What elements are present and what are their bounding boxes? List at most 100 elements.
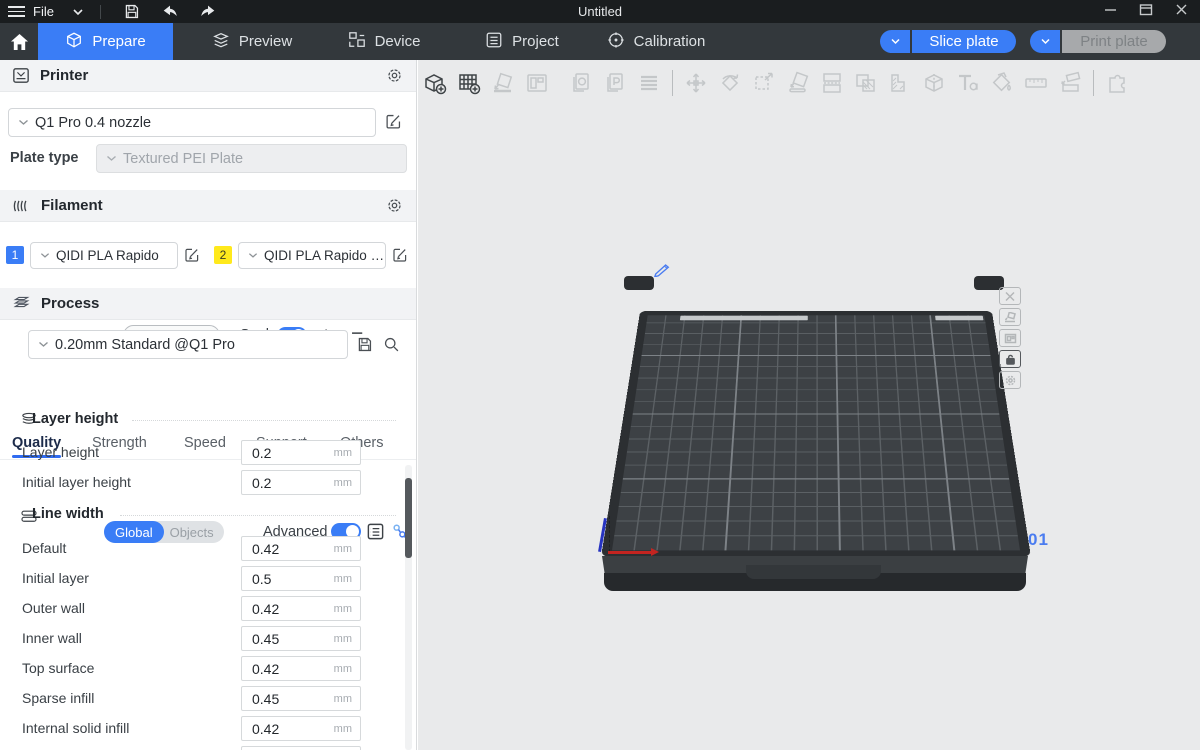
tab-prepare[interactable]: Prepare bbox=[38, 23, 173, 60]
value-field[interactable] bbox=[242, 537, 328, 560]
scale-tool-icon[interactable] bbox=[747, 66, 781, 100]
redo-icon[interactable] bbox=[197, 3, 219, 21]
filament-2-select[interactable]: QIDI PLA Rapido M... bbox=[238, 242, 386, 269]
copy-icon[interactable] bbox=[564, 66, 598, 100]
home-button[interactable] bbox=[0, 23, 38, 60]
value-field[interactable] bbox=[242, 657, 328, 680]
add-object-icon[interactable] bbox=[418, 66, 452, 100]
seam-paint-icon[interactable] bbox=[1053, 66, 1087, 100]
printer-settings-gear-icon[interactable] bbox=[386, 67, 403, 84]
global-objects-segment[interactable]: Global Objects bbox=[104, 521, 224, 543]
filament-2-value: QIDI PLA Rapido M... bbox=[264, 248, 385, 263]
filament-2-edit-icon[interactable] bbox=[392, 247, 408, 263]
auto-orient-icon[interactable] bbox=[486, 66, 520, 100]
slice-plate-button[interactable]: Slice plate bbox=[912, 30, 1016, 53]
rotate-tool-icon[interactable] bbox=[713, 66, 747, 100]
paste-icon[interactable] bbox=[598, 66, 632, 100]
tab-device[interactable]: Device bbox=[330, 23, 438, 60]
param-label: Initial layer bbox=[22, 570, 89, 586]
unit-label: mm bbox=[334, 447, 352, 459]
plate-type-select[interactable]: Textured PEI Plate bbox=[96, 144, 407, 173]
printer-section-header: Printer bbox=[0, 60, 417, 92]
maximize-button[interactable] bbox=[1139, 3, 1153, 21]
plate-settings-icon[interactable] bbox=[999, 371, 1021, 389]
build-plate-handle bbox=[746, 565, 881, 579]
split-objects-icon[interactable] bbox=[815, 66, 849, 100]
arrange-plate-icon[interactable] bbox=[999, 329, 1021, 347]
filament-1-edit-icon[interactable] bbox=[184, 247, 200, 263]
variable-layer-height-icon[interactable] bbox=[883, 66, 917, 100]
text-tool-icon[interactable] bbox=[951, 66, 985, 100]
assembly-view-icon[interactable] bbox=[1100, 66, 1134, 100]
orient-plate-icon[interactable] bbox=[999, 308, 1021, 326]
lock-plate-icon[interactable] bbox=[999, 350, 1021, 368]
process-tab-strength[interactable]: Strength bbox=[92, 435, 147, 451]
preview-layers-icon bbox=[212, 31, 230, 53]
printer-select[interactable]: Q1 Pro 0.4 nozzle bbox=[8, 108, 376, 137]
value-field[interactable] bbox=[242, 441, 328, 464]
value-field[interactable] bbox=[242, 597, 328, 620]
plate-name-edit-icon[interactable] bbox=[653, 262, 671, 282]
unit-label: mm bbox=[334, 633, 352, 645]
filament-slot-2-badge: 2 bbox=[214, 246, 232, 264]
process-tab-speed[interactable]: Speed bbox=[184, 435, 226, 451]
sidebar-scrollbar[interactable] bbox=[405, 465, 412, 750]
boolean-mesh-icon[interactable] bbox=[849, 66, 883, 100]
auto-arrange-icon[interactable] bbox=[520, 66, 554, 100]
close-button[interactable] bbox=[1175, 3, 1188, 21]
filament-settings-gear-icon[interactable] bbox=[386, 197, 403, 214]
lay-on-face-icon[interactable] bbox=[781, 66, 815, 100]
param-input-outer-wall: mm bbox=[241, 596, 361, 621]
line-width-section-title: Line width bbox=[32, 506, 104, 522]
paint-tool-icon[interactable] bbox=[985, 66, 1019, 100]
save-preset-icon[interactable] bbox=[356, 336, 373, 358]
plate-number-label: 01 bbox=[1028, 530, 1049, 550]
filament-1-value: QIDI PLA Rapido bbox=[56, 248, 159, 263]
measure-tool-icon[interactable] bbox=[1019, 66, 1053, 100]
print-plate-button[interactable]: Print plate bbox=[1062, 30, 1166, 53]
search-preset-icon[interactable] bbox=[383, 336, 400, 358]
segment-objects[interactable]: Objects bbox=[164, 525, 224, 540]
value-field[interactable] bbox=[242, 687, 328, 710]
tab-label: Preview bbox=[239, 33, 292, 50]
value-field[interactable] bbox=[242, 471, 328, 494]
print-options-chevron[interactable] bbox=[1030, 30, 1060, 53]
app-window: File Untitled Prepare bbox=[0, 0, 1200, 750]
value-field[interactable] bbox=[242, 717, 328, 740]
file-menu[interactable]: File bbox=[33, 4, 54, 19]
project-list-icon bbox=[485, 31, 503, 53]
prepare-cube-icon bbox=[65, 31, 83, 53]
param-label: Top surface bbox=[22, 660, 94, 676]
param-input-default: mm bbox=[241, 536, 361, 561]
delete-plate-icon[interactable] bbox=[999, 287, 1021, 305]
undo-icon[interactable] bbox=[159, 3, 181, 21]
segment-global[interactable]: Global bbox=[104, 521, 164, 543]
move-tool-icon[interactable] bbox=[679, 66, 713, 100]
slice-options-chevron[interactable] bbox=[880, 30, 910, 53]
save-icon[interactable] bbox=[121, 3, 143, 21]
tab-calibration[interactable]: Calibration bbox=[588, 23, 724, 60]
value-field[interactable] bbox=[242, 627, 328, 650]
main-menu-icon[interactable] bbox=[8, 6, 25, 17]
layer-height-section-title: Layer height bbox=[32, 411, 118, 427]
unit-label: mm bbox=[334, 603, 352, 615]
viewport-toolbar bbox=[418, 60, 1200, 105]
chevron-down-icon bbox=[106, 155, 117, 162]
filament-1-select[interactable]: QIDI PLA Rapido bbox=[30, 242, 178, 269]
process-preset-select[interactable]: 0.20mm Standard @Q1 Pro bbox=[28, 330, 348, 359]
param-input-layer-height: mm bbox=[241, 440, 361, 465]
add-plate-icon[interactable] bbox=[452, 66, 486, 100]
cut-tool-icon[interactable] bbox=[917, 66, 951, 100]
tab-preview[interactable]: Preview bbox=[196, 23, 308, 60]
viewport-3d[interactable]: 01 bbox=[418, 60, 1200, 750]
file-menu-chevron-icon[interactable] bbox=[72, 3, 84, 21]
layers-list-icon[interactable] bbox=[632, 66, 666, 100]
scrollbar-thumb[interactable] bbox=[405, 478, 412, 558]
chevron-down-icon bbox=[40, 252, 50, 259]
parameter-list-icon[interactable] bbox=[366, 522, 385, 546]
value-field[interactable] bbox=[242, 567, 328, 590]
chevron-down-icon bbox=[38, 341, 49, 348]
tab-project[interactable]: Project bbox=[468, 23, 576, 60]
printer-edit-icon[interactable] bbox=[385, 113, 402, 130]
minimize-button[interactable] bbox=[1104, 3, 1117, 21]
